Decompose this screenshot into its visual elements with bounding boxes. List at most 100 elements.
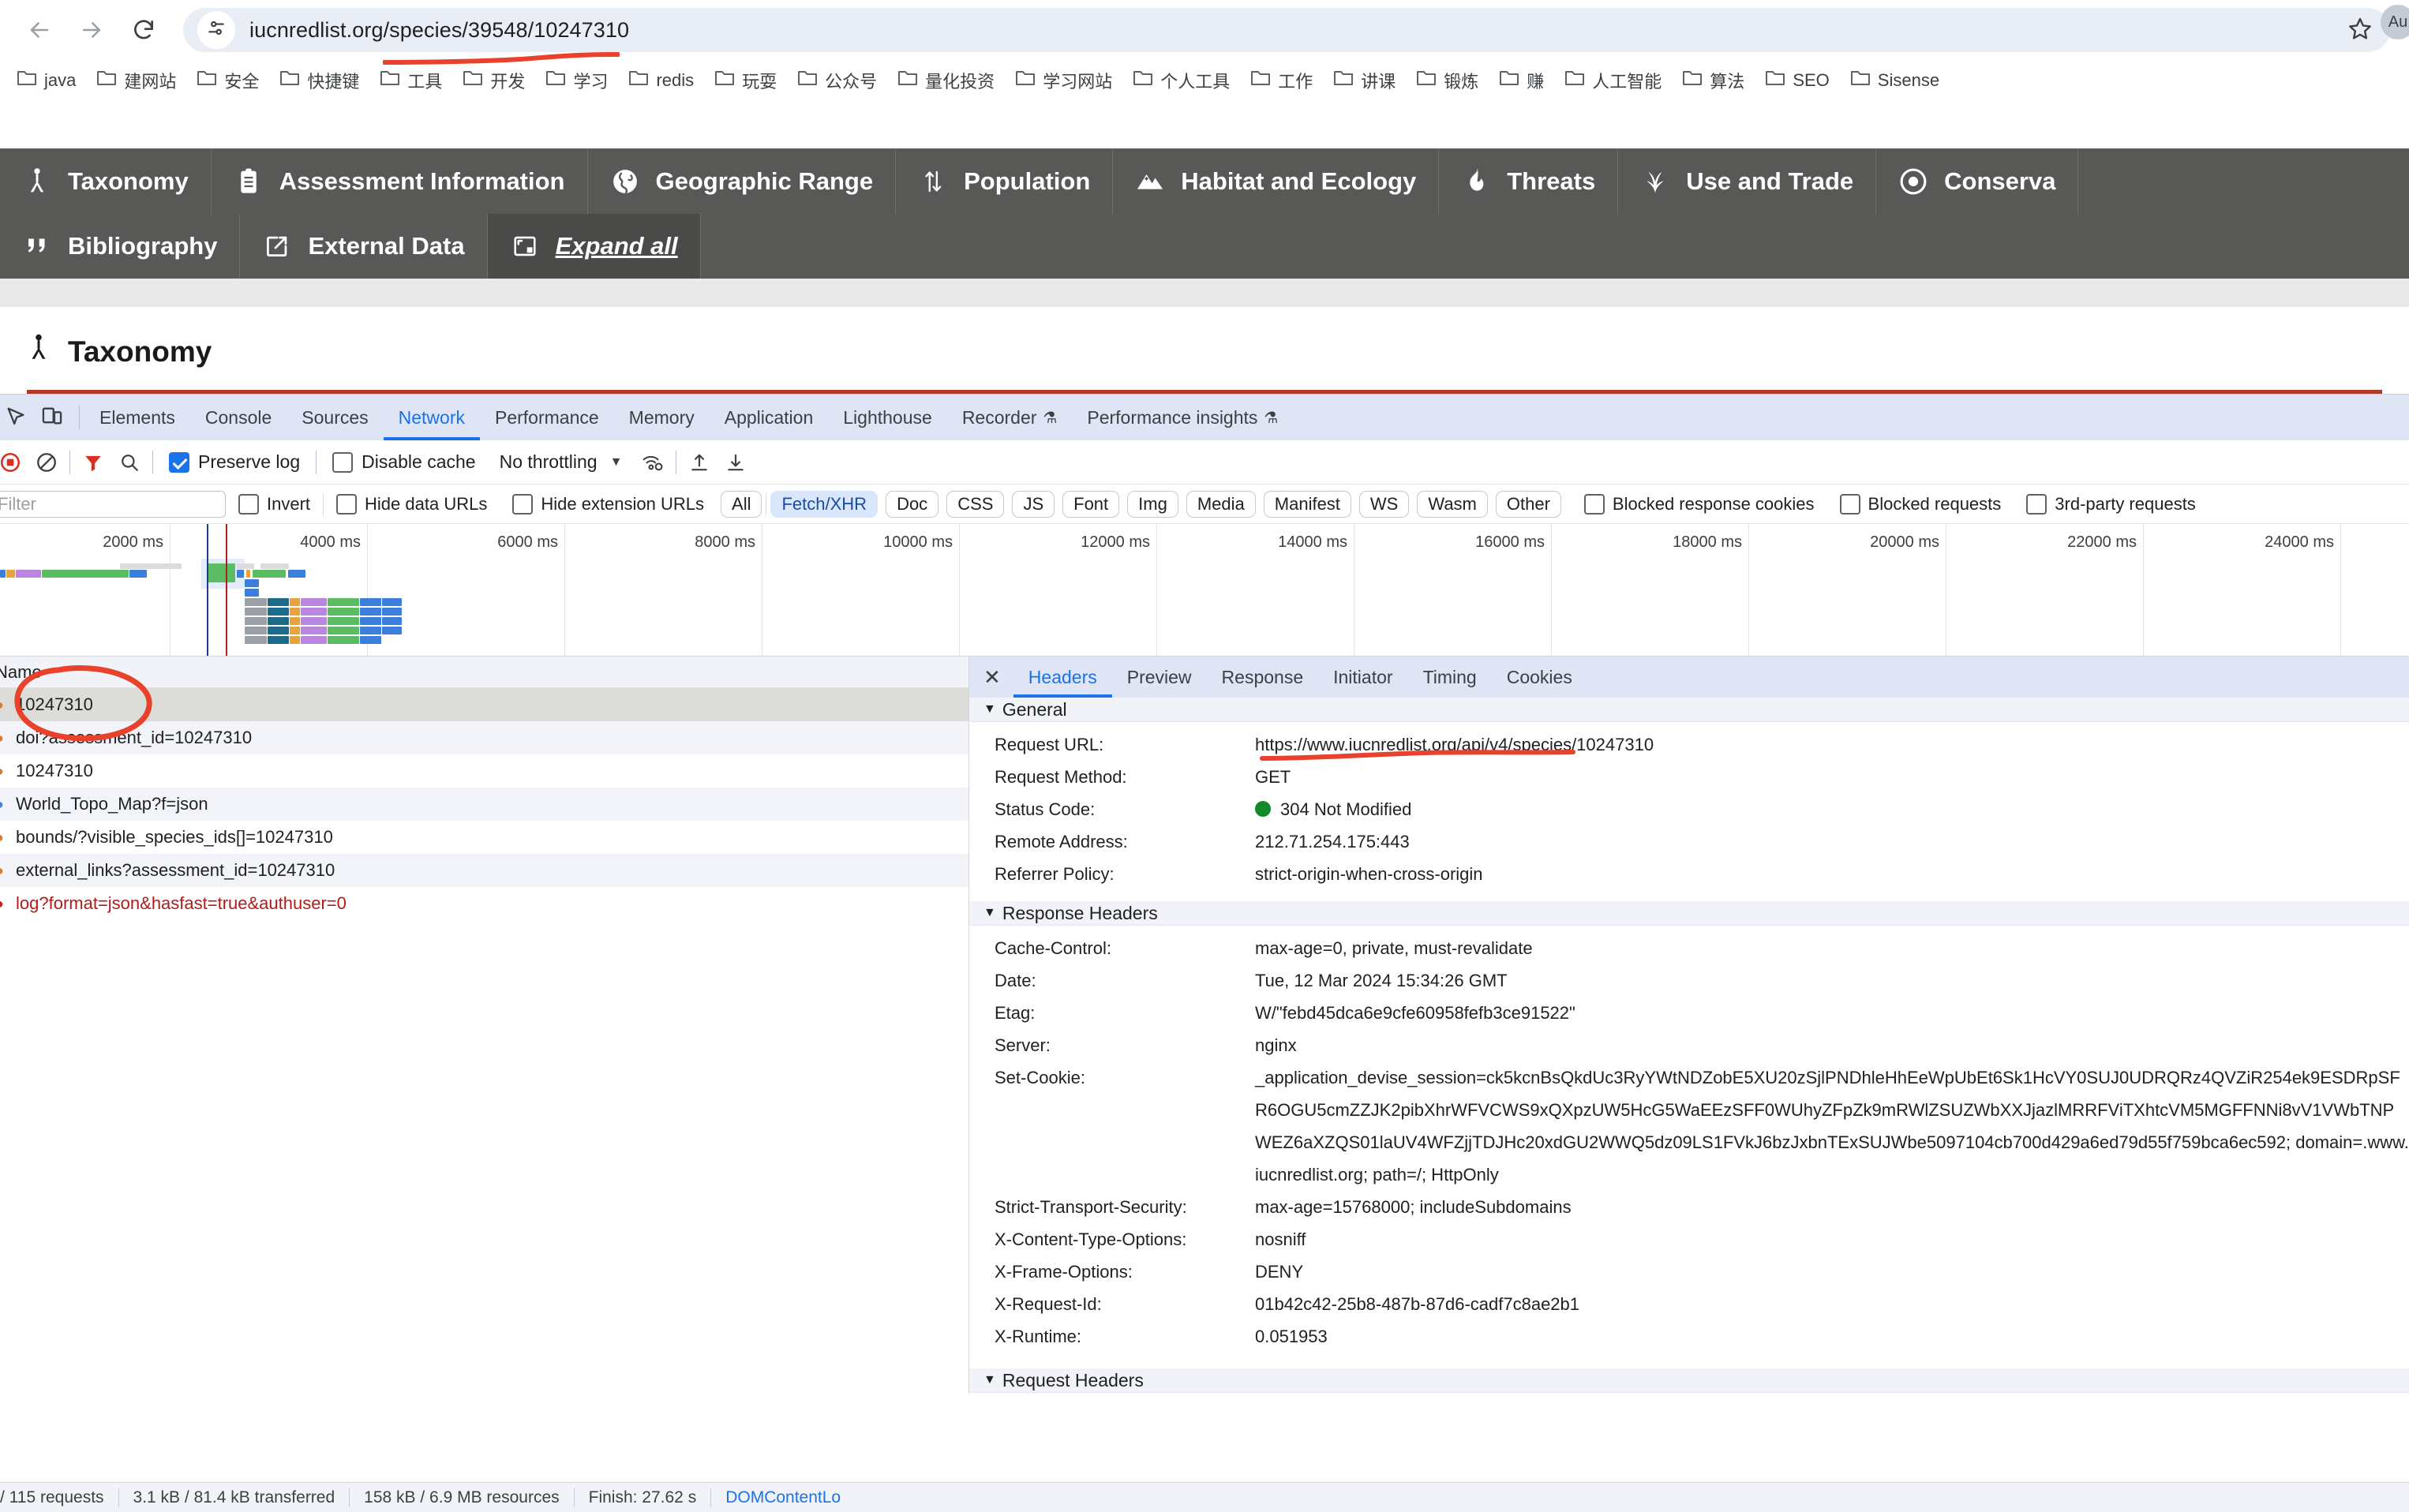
invert-checkbox[interactable]: Invert xyxy=(226,494,323,515)
blocked-requests-checkbox[interactable]: Blocked requests xyxy=(1827,494,2014,515)
request-headers-section-header[interactable]: ▼ Request Headers xyxy=(969,1368,2409,1393)
type-filter-other[interactable]: Other xyxy=(1496,491,1561,518)
bookmark-item[interactable]: Sisense xyxy=(1840,65,1950,96)
tab-performance[interactable]: Performance xyxy=(480,395,614,440)
bookmark-item[interactable]: 公众号 xyxy=(787,63,887,98)
import-har-icon[interactable] xyxy=(681,444,717,481)
nav-item-bibliography[interactable]: Bibliography xyxy=(0,214,240,279)
bookmark-item[interactable]: 算法 xyxy=(1672,63,1755,98)
chevron-down-icon[interactable]: ▼ xyxy=(604,455,635,470)
third-party-requests-checkbox[interactable]: 3rd-party requests xyxy=(2014,494,2209,515)
throttling-select[interactable]: No throttling xyxy=(487,451,604,473)
hide-data-urls-checkbox[interactable]: Hide data URLs xyxy=(324,494,500,515)
tab-console[interactable]: Console xyxy=(190,395,287,440)
hide-extension-urls-checkbox[interactable]: Hide extension URLs xyxy=(500,494,717,515)
clear-icon[interactable] xyxy=(28,444,65,481)
nav-item-threats[interactable]: Threats xyxy=(1439,149,1618,214)
tab-memory[interactable]: Memory xyxy=(614,395,710,440)
detail-tab-response[interactable]: Response xyxy=(1207,657,1319,698)
type-filter-fetch-xhr[interactable]: Fetch/XHR xyxy=(770,491,878,518)
bookmark-item[interactable]: 学习网站 xyxy=(1005,63,1122,98)
nav-item-use-and-trade[interactable]: Use and Trade xyxy=(1618,149,1876,214)
type-filter-doc[interactable]: Doc xyxy=(886,491,938,518)
nav-item-conservation[interactable]: Conserva xyxy=(1876,149,2078,214)
tab-network[interactable]: Network xyxy=(384,395,480,440)
tab-performance-insights[interactable]: Performance insights ⚗ xyxy=(1072,395,1293,440)
nav-item-assessment-information[interactable]: Assessment Information xyxy=(212,149,588,214)
tab-lighthouse[interactable]: Lighthouse xyxy=(828,395,947,440)
bookmark-item[interactable]: 量化投资 xyxy=(887,63,1005,98)
bookmark-item[interactable]: 学习 xyxy=(535,63,618,98)
nav-item-external-data[interactable]: External Data xyxy=(240,214,487,279)
bookmark-item[interactable]: java xyxy=(6,65,86,96)
table-row[interactable]: ● external_links?assessment_id=10247310 xyxy=(0,854,968,887)
tab-sources[interactable]: Sources xyxy=(287,395,383,440)
table-row[interactable]: ● bounds/?visible_species_ids[]=10247310 xyxy=(0,821,968,854)
nav-item-habitat-and-ecology[interactable]: Habitat and Ecology xyxy=(1113,149,1439,214)
address-bar[interactable]: iucnredlist.org/species/39548/10247310 xyxy=(183,8,2390,52)
type-filter-ws[interactable]: WS xyxy=(1359,491,1409,518)
bookmark-item[interactable]: 玩耍 xyxy=(704,63,787,98)
tab-application[interactable]: Application xyxy=(710,395,829,440)
table-row[interactable]: ● doi?assessment_id=10247310 xyxy=(0,721,968,754)
network-overview-timeline[interactable]: 2000 ms 4000 ms 6000 ms 8000 ms 10000 ms… xyxy=(0,524,2409,657)
bookmark-item[interactable]: 工作 xyxy=(1240,63,1323,98)
nav-item-geographic-range[interactable]: Geographic Range xyxy=(588,149,897,214)
type-filter-img[interactable]: Img xyxy=(1127,491,1178,518)
close-icon[interactable]: ✕ xyxy=(983,665,1013,690)
type-filter-media[interactable]: Media xyxy=(1186,491,1256,518)
device-toolbar-icon[interactable] xyxy=(41,405,63,431)
type-filter-font[interactable]: Font xyxy=(1062,491,1119,518)
search-icon[interactable] xyxy=(111,444,148,481)
bookmark-item[interactable]: 赚 xyxy=(1489,63,1554,98)
bookmark-item[interactable]: 开发 xyxy=(452,63,535,98)
bookmark-item[interactable]: 锻炼 xyxy=(1406,63,1489,98)
site-settings-button[interactable] xyxy=(197,11,235,49)
preserve-log-checkbox[interactable]: Preserve log xyxy=(158,451,311,473)
reload-button[interactable] xyxy=(123,9,164,51)
inspect-element-icon[interactable] xyxy=(5,405,27,431)
detail-tab-headers[interactable]: Headers xyxy=(1013,657,1112,698)
response-headers-section-header[interactable]: ▼ Response Headers xyxy=(969,901,2409,926)
bookmark-item[interactable]: 人工智能 xyxy=(1554,63,1672,98)
type-filter-all[interactable]: All xyxy=(721,491,762,518)
detail-tab-preview[interactable]: Preview xyxy=(1112,657,1207,698)
table-row[interactable]: ● log?format=json&hasfast=true&authuser=… xyxy=(0,887,968,920)
filter-funnel-icon[interactable] xyxy=(75,444,111,481)
table-row[interactable]: ● 10247310 xyxy=(0,688,968,721)
type-filter-js[interactable]: JS xyxy=(1012,491,1055,518)
type-filter-manifest[interactable]: Manifest xyxy=(1264,491,1351,518)
general-section-header[interactable]: ▼ General xyxy=(969,698,2409,722)
bookmark-item[interactable]: 建网站 xyxy=(86,63,186,98)
detail-tab-initiator[interactable]: Initiator xyxy=(1318,657,1407,698)
disable-cache-checkbox[interactable]: Disable cache xyxy=(321,451,486,473)
bookmark-star-icon[interactable] xyxy=(2347,16,2373,45)
bookmark-item[interactable]: 工具 xyxy=(369,63,452,98)
nav-item-population[interactable]: Population xyxy=(896,149,1113,214)
bookmark-item[interactable]: SEO xyxy=(1755,65,1839,96)
bookmark-item[interactable]: 安全 xyxy=(186,63,269,98)
bookmark-item[interactable]: 讲课 xyxy=(1323,63,1406,98)
table-row[interactable]: ● 10247310 xyxy=(0,754,968,788)
avatar[interactable]: Au xyxy=(2381,5,2409,39)
bookmark-item[interactable]: 快捷键 xyxy=(269,63,369,98)
bookmark-item[interactable]: redis xyxy=(618,65,704,96)
nav-item-taxonomy[interactable]: Taxonomy xyxy=(0,149,212,214)
tab-elements[interactable]: Elements xyxy=(84,395,190,440)
wifi-settings-icon[interactable] xyxy=(635,444,671,481)
type-filter-wasm[interactable]: Wasm xyxy=(1417,491,1488,518)
filter-input[interactable]: Filter xyxy=(0,491,226,518)
detail-tab-cookies[interactable]: Cookies xyxy=(1492,657,1587,698)
record-stop-icon[interactable] xyxy=(0,444,28,481)
tab-recorder[interactable]: Recorder ⚗ xyxy=(947,395,1073,440)
request-column-header[interactable]: Name xyxy=(0,657,968,688)
type-filter-css[interactable]: CSS xyxy=(946,491,1004,518)
forward-button[interactable] xyxy=(71,9,112,51)
back-button[interactable] xyxy=(19,9,60,51)
blocked-response-cookies-checkbox[interactable]: Blocked response cookies xyxy=(1565,494,1827,515)
table-row[interactable]: ● World_Topo_Map?f=json xyxy=(0,788,968,821)
export-har-icon[interactable] xyxy=(717,444,754,481)
detail-tab-timing[interactable]: Timing xyxy=(1408,657,1492,698)
nav-item-expand-all[interactable]: Expand all xyxy=(488,214,701,279)
bookmark-item[interactable]: 个人工具 xyxy=(1122,63,1240,98)
